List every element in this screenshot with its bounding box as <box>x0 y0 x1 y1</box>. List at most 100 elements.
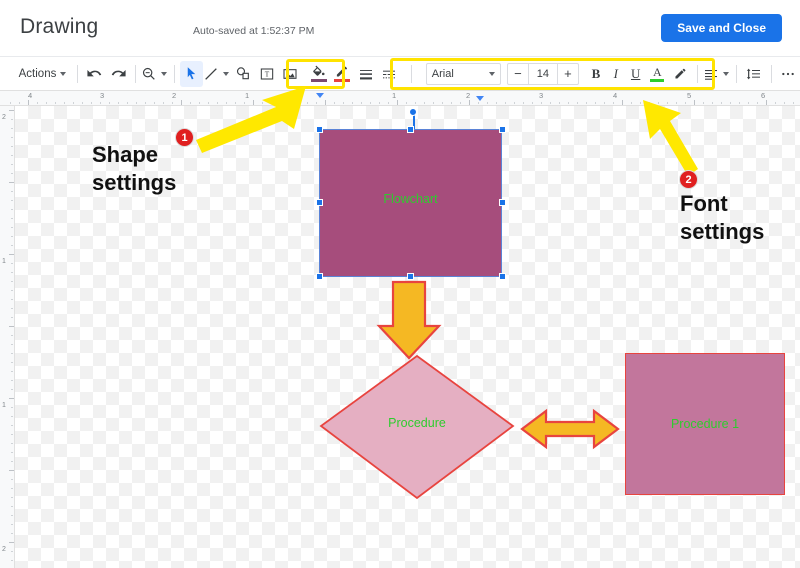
ruler-tick: 4 <box>613 91 618 100</box>
shape-label: Procedure 1 <box>670 417 740 431</box>
ruler-mark <box>11 146 13 147</box>
more-icon[interactable] <box>777 61 800 87</box>
divider <box>174 64 175 83</box>
ruler-mark <box>226 102 227 104</box>
chevron-down-icon <box>488 71 495 76</box>
ruler-tick: 1 <box>392 91 397 100</box>
border-weight-icon[interactable] <box>354 61 377 87</box>
ruler-mark <box>271 102 272 104</box>
ruler-mark <box>11 389 13 390</box>
ruler-mark <box>73 102 74 104</box>
ruler-mark <box>667 102 668 104</box>
ruler-mark <box>154 102 155 104</box>
ruler-mark <box>11 407 13 408</box>
line-spacing-icon[interactable] <box>742 61 765 87</box>
ruler-mark <box>469 100 470 105</box>
right-indent-marker[interactable] <box>476 96 484 101</box>
ruler-mark <box>532 102 533 104</box>
highlight-color-icon[interactable] <box>669 61 692 87</box>
ruler-mark <box>11 272 13 273</box>
ruler-mark <box>11 443 13 444</box>
shape-icon[interactable] <box>231 61 254 87</box>
chevron-down-icon <box>723 71 730 76</box>
ruler-tick: 5 <box>687 91 692 100</box>
ruler-mark <box>433 102 434 104</box>
shape-rect-procedure1[interactable]: Procedure 1 <box>625 353 785 495</box>
ruler-mark <box>11 506 13 507</box>
ruler-tick: 2 <box>466 91 471 100</box>
app-header: Drawing Auto-saved at 1:52:37 PM Save an… <box>0 0 800 56</box>
ruler-mark <box>9 110 14 111</box>
border-color-icon[interactable] <box>331 61 354 87</box>
ruler-tick: 1 <box>2 402 6 409</box>
ruler-mark <box>11 281 13 282</box>
ruler-mark <box>235 102 236 104</box>
ruler-mark <box>64 102 65 104</box>
font-size-value[interactable]: 14 <box>527 63 558 84</box>
text-color-letter: A <box>652 64 662 79</box>
ruler-mark <box>370 102 371 104</box>
ruler-mark <box>325 100 326 105</box>
ruler-mark <box>46 102 47 104</box>
redo-icon[interactable] <box>107 61 130 87</box>
chevron-down-icon <box>223 71 230 76</box>
ruler-mark <box>388 102 389 104</box>
ruler-mark <box>586 102 587 104</box>
ruler-mark <box>11 434 13 435</box>
font-size-stepper[interactable]: − 14 + <box>506 62 579 85</box>
ruler-mark <box>10 102 11 104</box>
ruler-mark <box>775 102 776 104</box>
ruler-mark <box>343 102 344 104</box>
fill-color-icon[interactable] <box>307 61 330 87</box>
underline-button[interactable]: U <box>626 66 646 82</box>
ruler-mark <box>595 102 596 104</box>
zoom-icon[interactable] <box>141 61 169 87</box>
ruler-mark <box>11 479 13 480</box>
ruler-mark <box>11 371 13 372</box>
ruler-mark <box>11 317 13 318</box>
line-icon[interactable] <box>203 61 231 87</box>
ruler-mark <box>568 102 569 104</box>
ruler-mark <box>307 102 308 104</box>
svg-text:T: T <box>264 69 269 78</box>
ruler-mark <box>118 102 119 104</box>
shape-arrow-left-right[interactable] <box>520 408 620 450</box>
italic-button[interactable]: I <box>606 66 626 82</box>
ruler-mark <box>712 102 713 104</box>
ruler-tick: 3 <box>539 91 544 100</box>
ruler-mark <box>577 102 578 104</box>
ruler-mark <box>11 137 13 138</box>
vertical-ruler[interactable]: 2 1 1 2 <box>0 106 15 568</box>
ruler-mark <box>11 164 13 165</box>
text-color-icon[interactable]: A <box>646 61 669 87</box>
ruler-mark <box>9 182 14 183</box>
font-size-decrease-button[interactable]: − <box>508 66 528 81</box>
undo-icon[interactable] <box>83 61 106 87</box>
actions-menu-button[interactable]: Actions <box>13 61 73 87</box>
align-icon[interactable] <box>703 61 731 87</box>
ruler-mark <box>442 102 443 104</box>
border-dash-icon[interactable] <box>377 61 400 87</box>
select-arrow-icon[interactable] <box>179 60 204 87</box>
save-and-close-button[interactable]: Save and Close <box>661 14 782 42</box>
left-indent-marker[interactable] <box>316 93 324 98</box>
ruler-mark <box>451 102 452 104</box>
ruler-mark <box>11 236 13 237</box>
text-box-icon[interactable]: T <box>255 61 278 87</box>
ruler-mark <box>11 533 13 534</box>
page-title: Drawing <box>20 15 99 38</box>
ruler-mark <box>145 102 146 104</box>
font-family-select[interactable]: Arial <box>425 62 501 85</box>
image-icon[interactable] <box>278 61 301 87</box>
border-color-swatch <box>334 79 351 82</box>
font-size-increase-button[interactable]: + <box>558 66 578 81</box>
ruler-mark <box>11 218 13 219</box>
shape-arrow-down[interactable] <box>376 280 442 360</box>
ruler-mark <box>316 102 317 104</box>
ruler-mark <box>11 461 13 462</box>
ruler-mark <box>640 102 641 104</box>
horizontal-ruler[interactable]: 4 3 2 1 1 2 3 4 5 6 <box>0 91 800 106</box>
bold-button[interactable]: B <box>586 66 606 82</box>
ruler-mark <box>136 102 137 104</box>
ruler-mark <box>11 128 13 129</box>
